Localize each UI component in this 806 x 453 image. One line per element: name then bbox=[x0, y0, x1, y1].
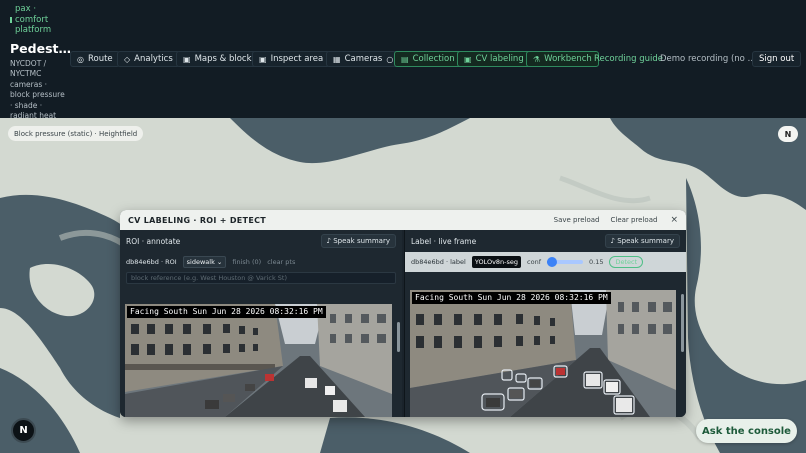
label-column: Label · live frame ♪ Speak summary db84e… bbox=[404, 230, 686, 417]
camera-icon: ▦ bbox=[333, 54, 341, 64]
nav-analytics-button[interactable]: ◇ Analytics bbox=[117, 51, 180, 67]
label-frame-timestamp: Facing South Sun Jun 28 2026 08:32:16 PM bbox=[412, 292, 611, 304]
brand-tagline: pax · comfort platform bbox=[10, 4, 70, 36]
analytics-icon: ◇ bbox=[124, 54, 131, 64]
roi-clear-points-button[interactable]: clear pts bbox=[267, 258, 295, 266]
nav-cameras-button[interactable]: ▦ Cameras ○ bbox=[326, 51, 401, 67]
label-speak-summary-button[interactable]: ♪ Speak summary bbox=[604, 234, 680, 248]
label-scrollbar[interactable] bbox=[681, 294, 684, 352]
maps-icon: ▣ bbox=[183, 54, 191, 64]
confidence-slider-handle[interactable] bbox=[547, 257, 558, 267]
cv-labeling-icon: ▣ bbox=[464, 54, 472, 64]
nav-maps-block-button[interactable]: ▣ Maps & block bbox=[176, 51, 259, 67]
brand-block: pax · comfort platform Pedest… NYCDOT / … bbox=[10, 4, 71, 122]
nav-route-button[interactable]: ◎ Route bbox=[70, 51, 120, 67]
logo-n-icon[interactable]: N bbox=[11, 418, 36, 443]
roi-scrollbar[interactable] bbox=[397, 322, 400, 352]
roi-finish-button[interactable]: finish (0) bbox=[232, 258, 261, 266]
panel-header: CV LABELING · ROI + DETECT Save preload … bbox=[120, 210, 686, 230]
detect-button[interactable]: Detect bbox=[609, 256, 644, 268]
roi-column: ROI · annotate ♪ Speak summary db84e6bd … bbox=[120, 230, 402, 417]
close-icon[interactable]: × bbox=[670, 215, 678, 225]
roi-section-header: ROI · annotate ♪ Speak summary bbox=[120, 230, 402, 252]
nav-cv-labeling-button[interactable]: ▣ CV labeling bbox=[457, 51, 531, 67]
app-title[interactable]: Pedest… bbox=[10, 41, 71, 56]
ask-console-button[interactable]: Ask the console bbox=[696, 419, 797, 443]
top-header: pax · comfort platform Pedest… NYCDOT / … bbox=[0, 0, 806, 120]
roi-class-select[interactable]: sidewalk ⌄ bbox=[182, 256, 227, 268]
layer-chip[interactable]: Block pressure (static) · Heightfield bbox=[8, 126, 144, 141]
circle-indicator-icon: ○ bbox=[386, 54, 394, 64]
inspect-icon: ▣ bbox=[259, 54, 267, 64]
street-camera-image bbox=[125, 304, 392, 417]
confidence-label: conf bbox=[527, 258, 541, 266]
street-camera-detection-image bbox=[410, 290, 676, 417]
roi-speak-summary-button[interactable]: ♪ Speak summary bbox=[320, 234, 396, 248]
collection-icon: ▤ bbox=[401, 54, 409, 64]
roi-toolbar: db84e6bd · ROI sidewalk ⌄ finish (0) cle… bbox=[120, 252, 402, 272]
label-heading: Label · live frame bbox=[411, 236, 477, 246]
nav-workbench-button[interactable]: ⚗ Workbench bbox=[526, 51, 599, 67]
roi-camera-id: db84e6bd · ROI bbox=[126, 258, 177, 266]
roi-camera-frame[interactable]: Facing South Sun Jun 28 2026 08:32:16 PM bbox=[125, 304, 392, 417]
clear-preload-button[interactable]: Clear preload bbox=[610, 216, 657, 224]
main-nav: ◎ Route ◇ Analytics ▣ Maps & block ▣ Ins… bbox=[70, 51, 802, 67]
label-camera-frame[interactable]: Facing South Sun Jun 28 2026 08:32:16 PM bbox=[410, 290, 676, 417]
roi-frame-timestamp: Facing South Sun Jun 28 2026 08:32:16 PM bbox=[127, 306, 326, 318]
nav-collection-button[interactable]: ▤ Collection bbox=[394, 51, 462, 67]
model-select[interactable]: YOLOv8n-seg bbox=[471, 256, 522, 268]
compass-north-icon[interactable]: N bbox=[778, 126, 798, 142]
label-toolbar: db84e6bd · label YOLOv8n-seg conf 0.15 D… bbox=[405, 252, 686, 272]
block-reference-input[interactable]: block reference (e.g. West Houston @ Var… bbox=[126, 272, 396, 284]
route-icon: ◎ bbox=[77, 54, 84, 64]
panel-title: CV LABELING · ROI + DETECT bbox=[128, 215, 267, 225]
recording-guide-link[interactable]: Recording guide bbox=[594, 51, 663, 67]
app-subtitle: NYCDOT / NYCTMC cameras · block pressure… bbox=[10, 58, 65, 121]
workbench-icon: ⚗ bbox=[533, 54, 541, 64]
cv-labeling-panel: CV LABELING · ROI + DETECT Save preload … bbox=[120, 210, 686, 417]
status-dot-icon bbox=[10, 17, 12, 23]
confidence-value: 0.15 bbox=[589, 258, 604, 266]
label-camera-id: db84e6bd · label bbox=[411, 258, 466, 266]
sign-out-button[interactable]: Sign out bbox=[752, 51, 802, 67]
confidence-slider[interactable] bbox=[547, 257, 583, 267]
label-section-header: Label · live frame ♪ Speak summary bbox=[405, 230, 686, 252]
nav-inspect-area-button[interactable]: ▣ Inspect area bbox=[252, 51, 331, 67]
save-preload-button[interactable]: Save preload bbox=[554, 216, 600, 224]
demo-recording-link[interactable]: Demo recording (no … bbox=[660, 51, 756, 67]
roi-heading: ROI · annotate bbox=[126, 236, 181, 246]
